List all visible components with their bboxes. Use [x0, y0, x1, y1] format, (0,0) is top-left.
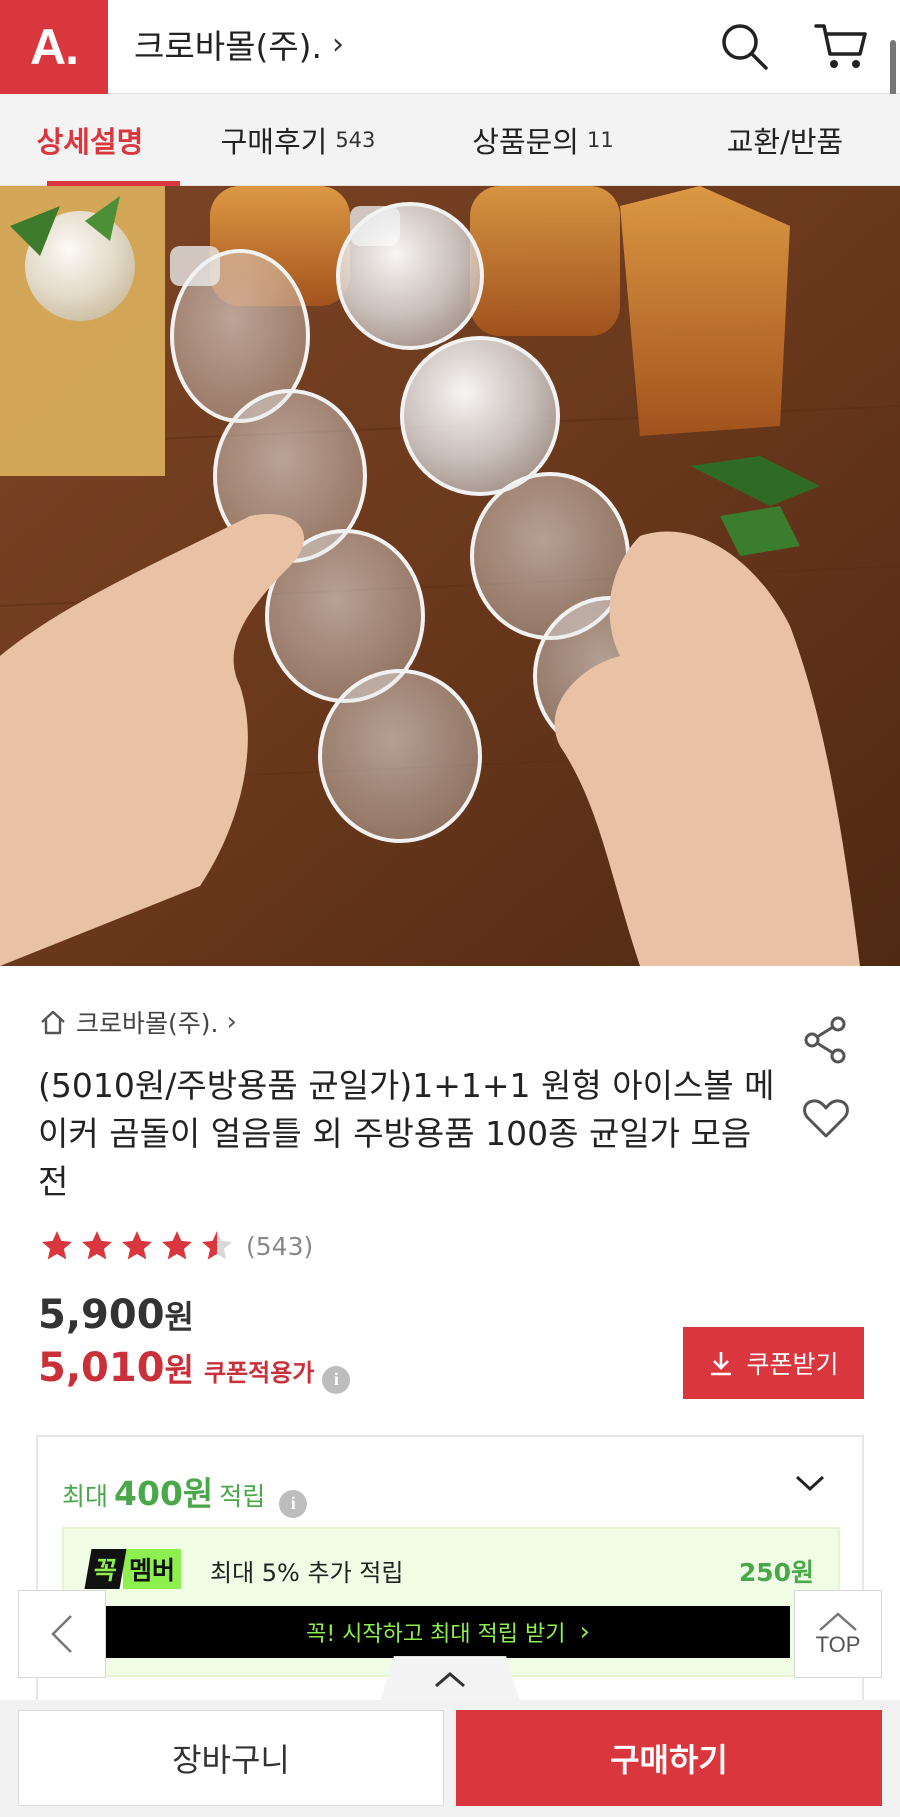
points-suffix: 적립 — [219, 1482, 266, 1511]
cart-icon[interactable] — [808, 14, 872, 78]
points-amount: 400원 — [114, 1474, 214, 1513]
search-icon[interactable] — [712, 14, 776, 78]
sale-price-value: 5,010 — [38, 1345, 165, 1391]
product-image[interactable] — [0, 186, 900, 966]
store-name: 크로바몰(주). — [134, 27, 323, 66]
tab-exchange-return[interactable]: 교환/반품 — [670, 94, 900, 186]
product-title: (5010원/주방용품 균일가)1+1+1 원형 아이스볼 메이커 곰돌이 얼음… — [38, 1066, 775, 1201]
star-icon — [122, 1231, 152, 1260]
top-label: TOP — [815, 1632, 861, 1657]
tab-label: 구매후기 — [220, 125, 328, 159]
info-icon[interactable]: i — [279, 1489, 308, 1518]
chevron-down-icon[interactable] — [794, 1473, 826, 1497]
tab-label: 상세설명 — [36, 125, 144, 159]
home-icon — [41, 1010, 65, 1035]
tab-count: 543 — [335, 128, 376, 152]
star-icon — [202, 1231, 232, 1260]
tab-inquiries[interactable]: 상품문의 11 — [416, 94, 670, 186]
chevron-right-icon: › — [226, 1007, 237, 1037]
member-cta-label: 꼭! 시작하고 최대 적립 받기 — [306, 1622, 566, 1647]
member-benefit-text: 최대 5% 추가 적립 — [210, 1559, 404, 1587]
tab-label: 교환/반품 — [726, 125, 844, 159]
buy-now-button[interactable]: 구매하기 — [456, 1710, 882, 1806]
chevron-right-icon: › — [332, 26, 345, 62]
scroll-top-button[interactable]: TOP — [794, 1590, 882, 1678]
share-icon[interactable] — [800, 1014, 852, 1066]
product-tabs: 상세설명 구매후기 543 상품문의 11 교환/반품 — [0, 94, 900, 186]
tab-reviews[interactable]: 구매후기 543 — [180, 94, 416, 186]
member-badge: 꼭 멤버 — [84, 1549, 182, 1589]
tab-label: 상품문의 — [472, 125, 579, 159]
heart-icon[interactable] — [800, 1092, 852, 1144]
star-icon — [42, 1231, 72, 1260]
tab-count: 11 — [587, 128, 614, 152]
member-signup-banner[interactable]: 꼭! 시작하고 최대 적립 받기 › — [106, 1606, 790, 1658]
coupon-price-label: 쿠폰적용가 — [203, 1359, 315, 1387]
member-benefit-amount: 250원 — [738, 1558, 814, 1587]
member-badge-part2: 멤버 — [123, 1549, 182, 1589]
currency-label: 원 — [164, 1298, 194, 1336]
coupon-download-button[interactable]: 쿠폰받기 — [683, 1327, 864, 1399]
member-badge-part1: 꼭 — [84, 1549, 127, 1589]
star-rating — [38, 1228, 236, 1264]
store-link-label: 크로바몰(주). — [76, 1009, 219, 1038]
chevron-right-icon: › — [579, 1617, 590, 1647]
download-icon — [711, 1352, 732, 1376]
add-to-cart-button[interactable]: 장바구니 — [18, 1710, 444, 1806]
chevron-left-icon — [51, 1615, 72, 1653]
sale-price: 5,010원 — [38, 1345, 194, 1391]
points-prefix: 최대 — [62, 1482, 109, 1511]
review-count: (543) — [246, 1231, 314, 1261]
store-title-link[interactable]: 크로바몰(주). › — [134, 20, 344, 68]
chevron-up-icon — [435, 1671, 465, 1687]
sale-price-row: 5,010원 쿠폰적용가 i — [38, 1345, 351, 1394]
original-price-value: 5,900 — [38, 1292, 165, 1338]
store-home-link[interactable]: 크로바몰(주). › — [38, 1004, 237, 1040]
star-icon — [82, 1231, 112, 1260]
points-summary: 최대 400원 적립 i — [62, 1467, 308, 1518]
header-bar: A. 크로바몰(주). › — [0, 0, 900, 190]
currency-label: 원 — [164, 1351, 194, 1389]
app-logo[interactable]: A. — [0, 0, 108, 94]
product-rating[interactable]: (543) — [38, 1228, 313, 1264]
back-button[interactable] — [18, 1590, 106, 1678]
tab-details[interactable]: 상세설명 — [0, 94, 180, 186]
original-price: 5,900원 — [38, 1292, 194, 1338]
coupon-button-label: 쿠폰받기 — [746, 1350, 839, 1379]
info-icon[interactable]: i — [322, 1365, 351, 1394]
star-icon — [162, 1231, 192, 1260]
bottom-action-bar: 장바구니 구매하기 — [0, 1700, 900, 1817]
expand-handle[interactable] — [380, 1656, 520, 1702]
chevron-up-icon — [819, 1612, 857, 1631]
